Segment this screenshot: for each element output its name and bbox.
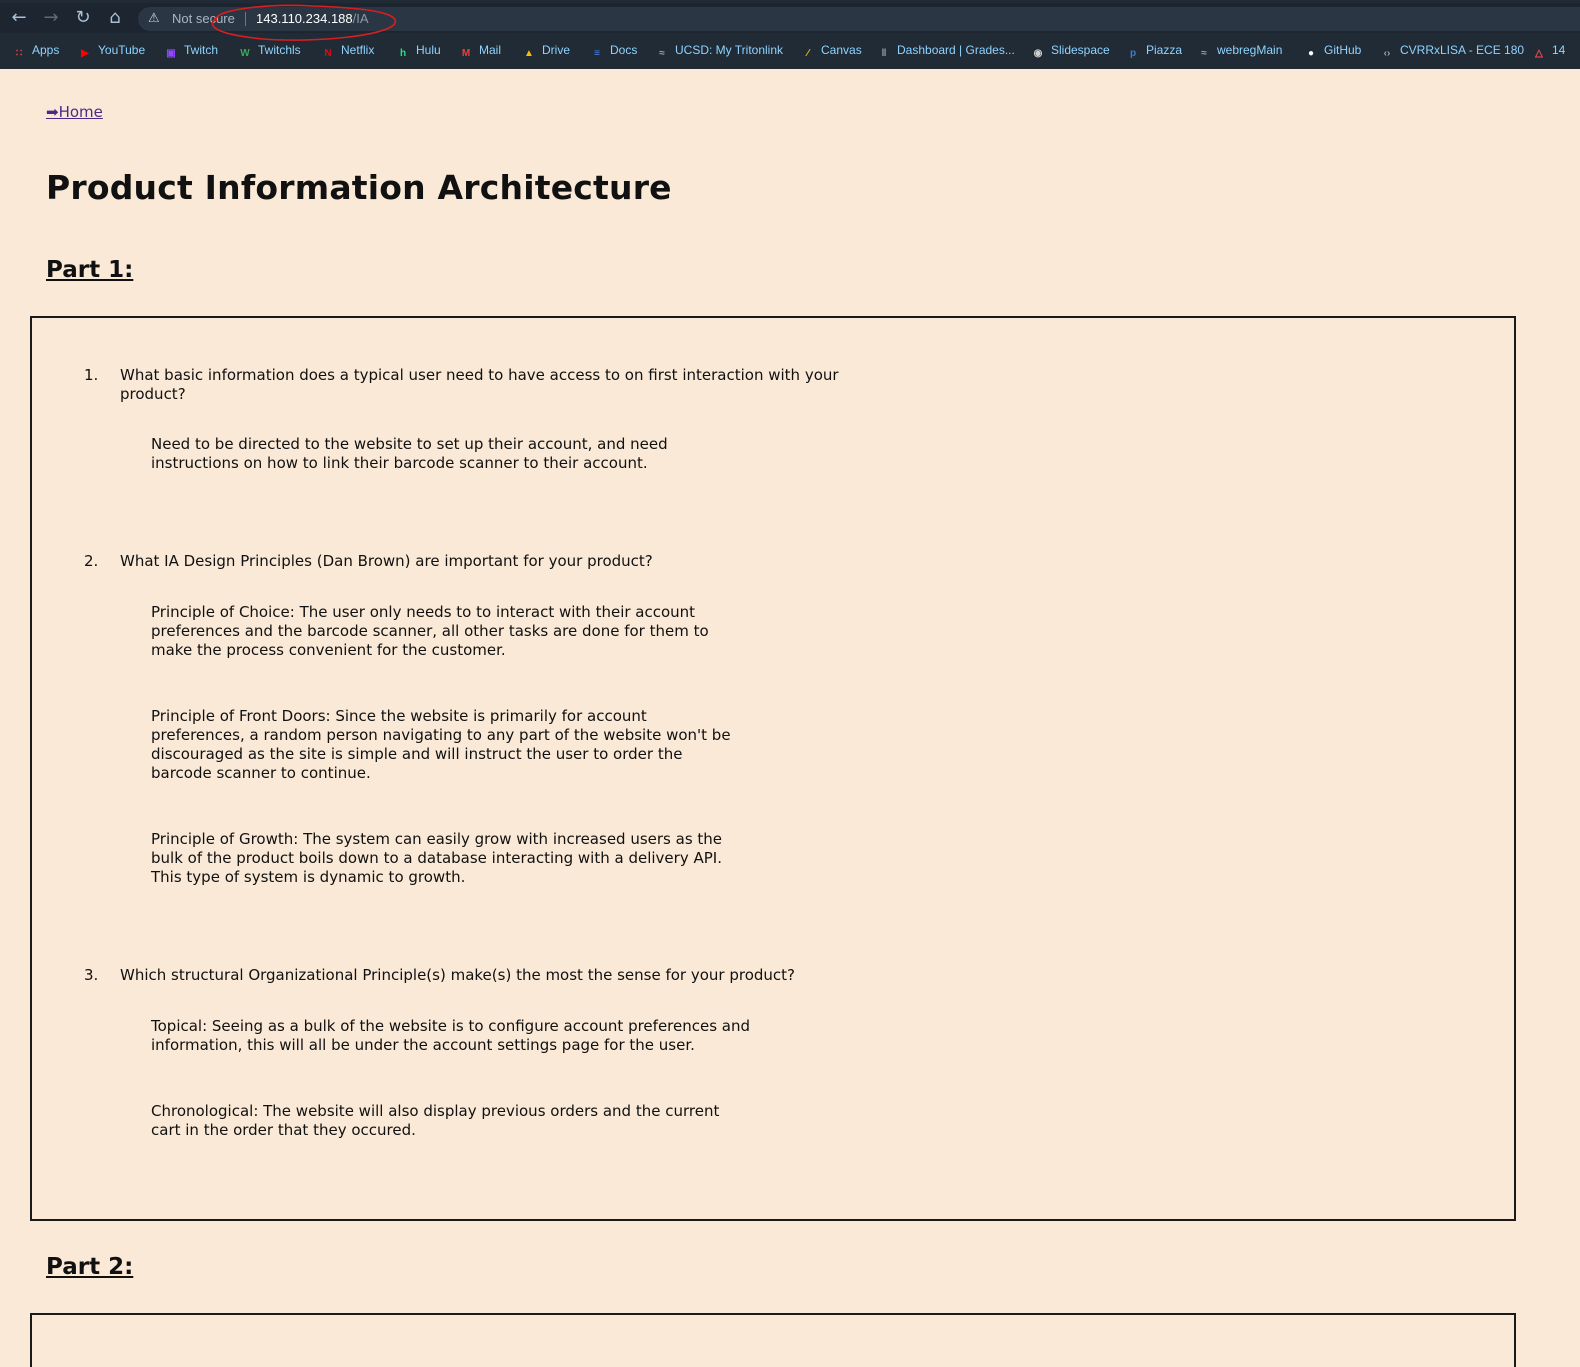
tritonlink-icon: ≈ (659, 48, 665, 59)
slidespace-icon: ◉ (1033, 48, 1043, 59)
question-number: 3. (84, 966, 99, 984)
bookmark-label: webregMain (1217, 43, 1283, 57)
browser-chrome: ← → ↻ ⌂ ⚠ Not secure 143.110.234.188/IA … (0, 0, 1580, 69)
bookmark-label: Canvas (821, 43, 862, 57)
answer-text: Need to be directed to the website to se… (151, 435, 668, 472)
bookmark-label: Slidespace (1051, 43, 1110, 57)
part2-box (30, 1313, 1516, 1367)
bookmark-icon: △ (1535, 48, 1543, 59)
apps-grid-icon: ∷ (15, 48, 23, 59)
piazza-icon: p (1129, 48, 1137, 59)
question-text: What basic information does a typical us… (120, 366, 839, 403)
github-icon: ● (1307, 48, 1315, 59)
bookmarks-bar: ∷ Apps ▶ YouTube ▣ Twitch W Twitchls N Netflix h Hu… (0, 36, 1580, 64)
hulu-icon: h (399, 48, 407, 59)
bookmark-label: YouTube (98, 43, 146, 57)
docs-icon: ≡ (594, 48, 600, 59)
bookmark-item[interactable]: N Netflix (321, 40, 374, 60)
question-number: 2. (84, 552, 99, 570)
bookmark-item[interactable]: ≈ webregMain (1197, 40, 1282, 60)
bookmark-item[interactable]: ∷ Apps (12, 40, 60, 60)
home-link[interactable]: ➡Home (46, 101, 103, 123)
question-number: 1. (84, 366, 99, 384)
canvas-icon: ∕ (807, 48, 809, 59)
bookmark-item[interactable]: ▶ YouTube (78, 40, 145, 60)
home-icon[interactable]: ⌂ (103, 6, 127, 30)
page-title: Product Information Architecture (46, 168, 672, 207)
bookmark-item[interactable]: △ 14 (1532, 40, 1565, 60)
bookmark-item[interactable]: ‖ Dashboard | Grades... (877, 40, 1015, 60)
bookmark-item[interactable]: ∕ Canvas (801, 40, 862, 60)
bookmark-item[interactable]: p Piazza (1126, 40, 1182, 60)
bookmark-item[interactable]: ≡ Docs (590, 40, 637, 60)
gmail-icon: M (461, 48, 471, 59)
warning-triangle-icon[interactable]: ⚠ (148, 10, 164, 28)
bookmark-item[interactable]: h Hulu (396, 40, 441, 60)
bookmark-item[interactable]: W Twitchls (238, 40, 301, 60)
part1-heading: Part 1: (46, 257, 134, 283)
forward-arrow-icon[interactable]: → (39, 6, 63, 30)
bookmark-label: UCSD: My Tritonlink (675, 43, 784, 57)
bookmark-label: Drive (542, 43, 571, 57)
drive-icon: ▲ (524, 48, 534, 59)
twitchls-icon: W (240, 48, 250, 59)
bookmark-item[interactable]: ≈ UCSD: My Tritonlink (655, 40, 783, 60)
reload-icon[interactable]: ↻ (71, 6, 95, 30)
bookmark-label: Docs (610, 43, 638, 57)
bookmark-label: Hulu (416, 43, 441, 57)
dashboard-icon: ‖ (881, 48, 887, 59)
bookmark-item[interactable]: ▣ Twitch (164, 40, 218, 60)
bookmark-label: Twitchls (258, 43, 301, 57)
bookmark-item[interactable]: ● GitHub (1304, 40, 1361, 60)
youtube-icon: ▶ (81, 48, 89, 59)
answer-text: Principle of Front Doors: Since the webs… (151, 707, 731, 782)
back-arrow-icon[interactable]: ← (7, 6, 31, 30)
bookmark-item[interactable]: M Mail (459, 40, 501, 60)
bookmark-label: Apps (32, 43, 60, 57)
toolbar: ← → ↻ ⌂ ⚠ Not secure 143.110.234.188/IA (0, 3, 1580, 41)
bookmark-item[interactable]: ‹› CVRRxLISA - ECE 180 (1380, 40, 1524, 60)
netflix-icon: N (324, 48, 332, 59)
bookmark-label: GitHub (1324, 43, 1362, 57)
bookmark-label: Twitch (184, 43, 219, 57)
bookmark-label: 14 (1552, 43, 1566, 57)
part2-heading: Part 2: (46, 1254, 134, 1280)
bookmark-label: Mail (479, 43, 502, 57)
code-icon: ‹› (1383, 48, 1391, 59)
answer-text: Principle of Growth: The system can easi… (151, 830, 723, 886)
answer-text: Chronological: The website will also dis… (151, 1102, 720, 1139)
bookmark-label: Netflix (341, 43, 375, 57)
bookmark-item[interactable]: ▲ Drive (522, 40, 570, 60)
bookmark-item[interactable]: ◉ Slidespace (1031, 40, 1110, 60)
answer-text: Principle of Choice: The user only needs… (151, 603, 709, 659)
bookmark-label: Dashboard | Grades... (897, 43, 1015, 57)
twitch-icon: ▣ (166, 48, 176, 59)
bookmark-label: Piazza (1146, 43, 1183, 57)
question-text: What IA Design Principles (Dan Brown) ar… (120, 552, 653, 570)
answer-text: Topical: Seeing as a bulk of the website… (151, 1017, 751, 1054)
webreg-icon: ≈ (1201, 48, 1207, 59)
bookmark-label: CVRRxLISA - ECE 180 (1400, 43, 1525, 57)
question-text: Which structural Organizational Principl… (120, 966, 795, 984)
